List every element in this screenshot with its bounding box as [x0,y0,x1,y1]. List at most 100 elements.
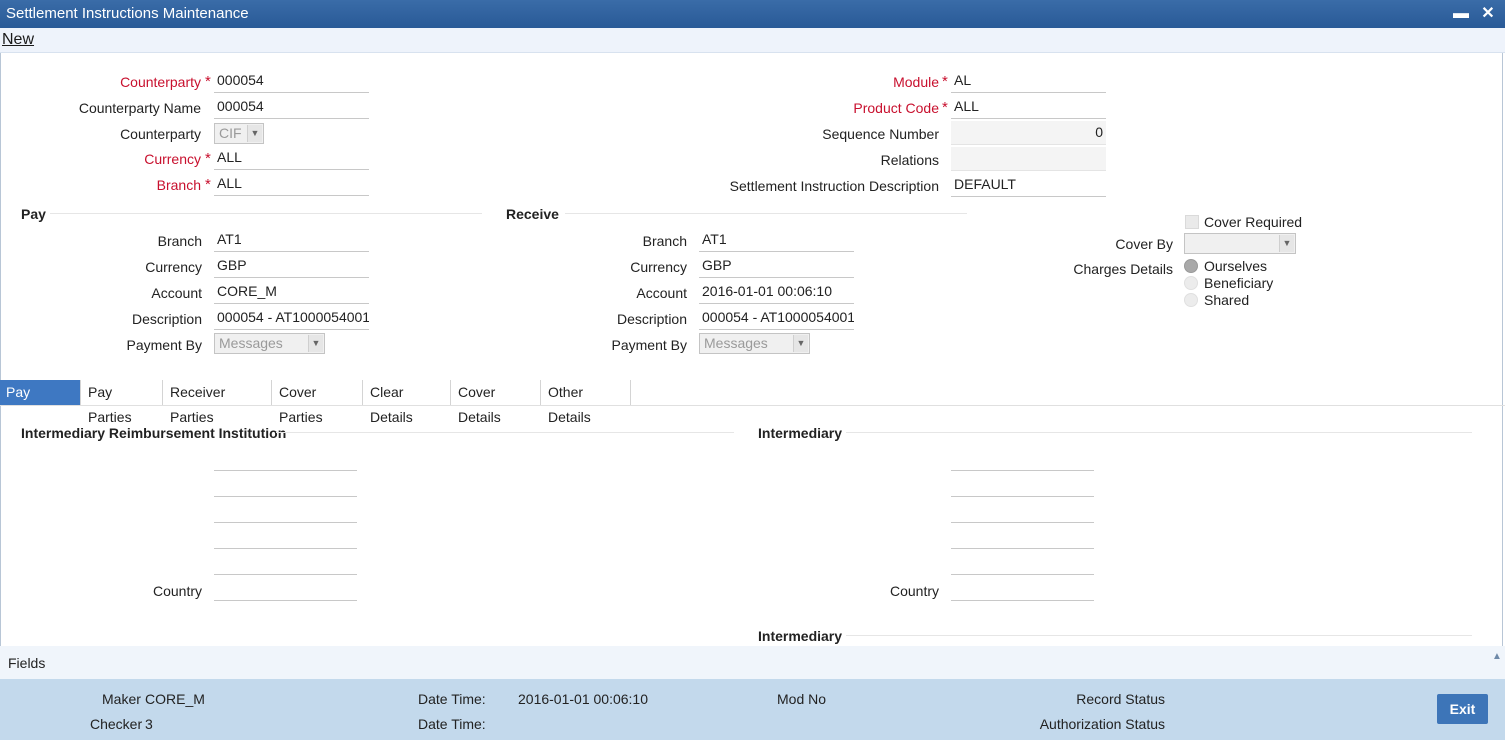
tab-receiver-parties[interactable]: Receiver Parties [164,380,272,425]
required-marker: * [942,99,948,116]
intermediary-reimbursement-title: Intermediary Reimbursement Institution [21,425,287,441]
checker-value: 3 [145,716,153,732]
pay-description-field[interactable]: 000054 - AT10000540018 [214,306,369,330]
branch-label: Branch [156,177,201,193]
fields-label: Fields [8,655,46,671]
charges-details-label: Charges Details [1073,261,1173,277]
counterparty-name-field[interactable]: 000054 [214,95,369,119]
pay-account-label: Account [151,285,202,301]
menu-bar: New [0,28,1505,53]
pay-account-field[interactable]: CORE_M [214,280,369,304]
panel-bottom-divider [846,635,1472,636]
maker-datetime-label: Date Time: [418,691,486,707]
maker-value: CORE_M [145,691,205,707]
tab-pay-parties[interactable]: Pay Parties [0,380,81,425]
tab-clear-details[interactable]: Clear Details [364,380,451,425]
int-country-field[interactable] [951,600,1094,601]
charges-ourselves-radio[interactable] [1184,259,1198,273]
intermediary-title: Intermediary [758,425,843,441]
product-code-field[interactable]: ALL [951,95,1106,119]
pay-description-label: Description [131,311,202,327]
counterparty-type-label: Counterparty [120,126,201,142]
int-line-5-field[interactable] [951,574,1094,575]
receive-payment-by-value: Messages [704,335,768,351]
tab-cover-parties[interactable]: Cover Parties [273,380,363,425]
tab-other-details[interactable]: Other Details [542,380,631,425]
currency-label: Currency [144,151,201,167]
pay-payment-by-value: Messages [219,335,283,351]
window-title-bar: Settlement Instructions Maintenance ▬ ✕ [0,0,1505,28]
receive-account-label: Account [636,285,687,301]
record-status-label: Record Status [1076,691,1165,707]
ir-line-5-field[interactable] [214,574,357,575]
pay-currency-label: Currency [145,259,202,275]
ir-line-4-field[interactable] [214,548,357,549]
ir-line-2-field[interactable] [214,496,357,497]
receive-branch-field[interactable]: AT1 [699,228,854,252]
chevron-down-icon: ▼ [247,125,262,142]
required-marker: * [205,176,211,193]
relations-field [951,147,1106,171]
right-border [1502,53,1503,646]
int-line-4-field[interactable] [951,548,1094,549]
required-marker: * [942,73,948,90]
pay-branch-field[interactable]: AT1 [214,228,369,252]
relations-label: Relations [880,152,939,168]
receive-currency-field[interactable]: GBP [699,254,854,278]
new-link[interactable]: New [2,31,34,49]
receive-branch-label: Branch [642,233,687,249]
checker-datetime-label: Date Time: [418,716,486,732]
currency-field[interactable]: ALL [214,146,369,170]
chevron-down-icon: ▼ [308,335,323,352]
audit-footer [0,679,1505,740]
charges-beneficiary-label: Beneficiary [1204,275,1274,291]
charges-shared-radio[interactable] [1184,293,1198,307]
chevron-down-icon: ▼ [1279,235,1294,252]
left-border [0,53,1,646]
intermediary-title-2: Intermediary [758,628,843,644]
int-line-2-field[interactable] [951,496,1094,497]
sequence-number-label: Sequence Number [822,126,939,142]
pay-divider [50,213,482,214]
tab-pay-parties-2[interactable]: Pay Parties [82,380,163,425]
receive-description-field[interactable]: 000054 - AT10000540018 [699,306,854,330]
close-icon[interactable]: ✕ [1476,0,1500,28]
pay-currency-field[interactable]: GBP [214,254,369,278]
counterparty-field[interactable]: 000054 [214,69,369,93]
counterparty-type-value: CIF [219,125,242,141]
panel-left-divider [276,432,734,433]
counterparty-name-label: Counterparty Name [78,100,201,116]
cover-required-checkbox[interactable] [1185,215,1199,229]
receive-payment-by-select[interactable]: Messages ▼ [699,333,810,354]
cover-by-select[interactable]: ▼ [1184,233,1296,254]
int-line-3-field[interactable] [951,522,1094,523]
tab-underline [0,405,1505,406]
charges-beneficiary-radio[interactable] [1184,276,1198,290]
branch-field[interactable]: ALL [214,172,369,196]
maker-datetime-value: 2016-01-01 00:06:10 [518,691,648,707]
required-marker: * [205,150,211,167]
module-field[interactable]: AL [951,69,1106,93]
pay-payment-by-select[interactable]: Messages ▼ [214,333,325,354]
cover-by-label: Cover By [1115,236,1173,252]
si-description-field[interactable]: DEFAULT [951,173,1106,197]
receive-currency-label: Currency [630,259,687,275]
ir-line-3-field[interactable] [214,522,357,523]
required-marker: * [205,73,211,90]
receive-section-title: Receive [506,206,559,222]
tab-cover-details[interactable]: Cover Details [452,380,541,425]
ir-country-field[interactable] [214,600,357,601]
exit-button[interactable]: Exit [1437,694,1488,724]
counterparty-type-select[interactable]: CIF ▼ [214,123,264,144]
pay-section-title: Pay [21,206,46,222]
receive-account-field[interactable]: 2016-01-01 00:06:10 [699,280,854,304]
ir-line-1-field[interactable] [214,470,357,471]
int-line-1-field[interactable] [951,470,1094,471]
pay-payment-by-label: Payment By [126,337,202,353]
fields-bar[interactable]: Fields [0,646,1505,679]
pay-branch-label: Branch [157,233,202,249]
int-country-label: Country [889,583,939,599]
chevron-up-icon[interactable]: ▲ [1490,650,1504,664]
minimize-icon[interactable]: ▬ [1449,0,1473,28]
panel-right-divider [846,432,1472,433]
